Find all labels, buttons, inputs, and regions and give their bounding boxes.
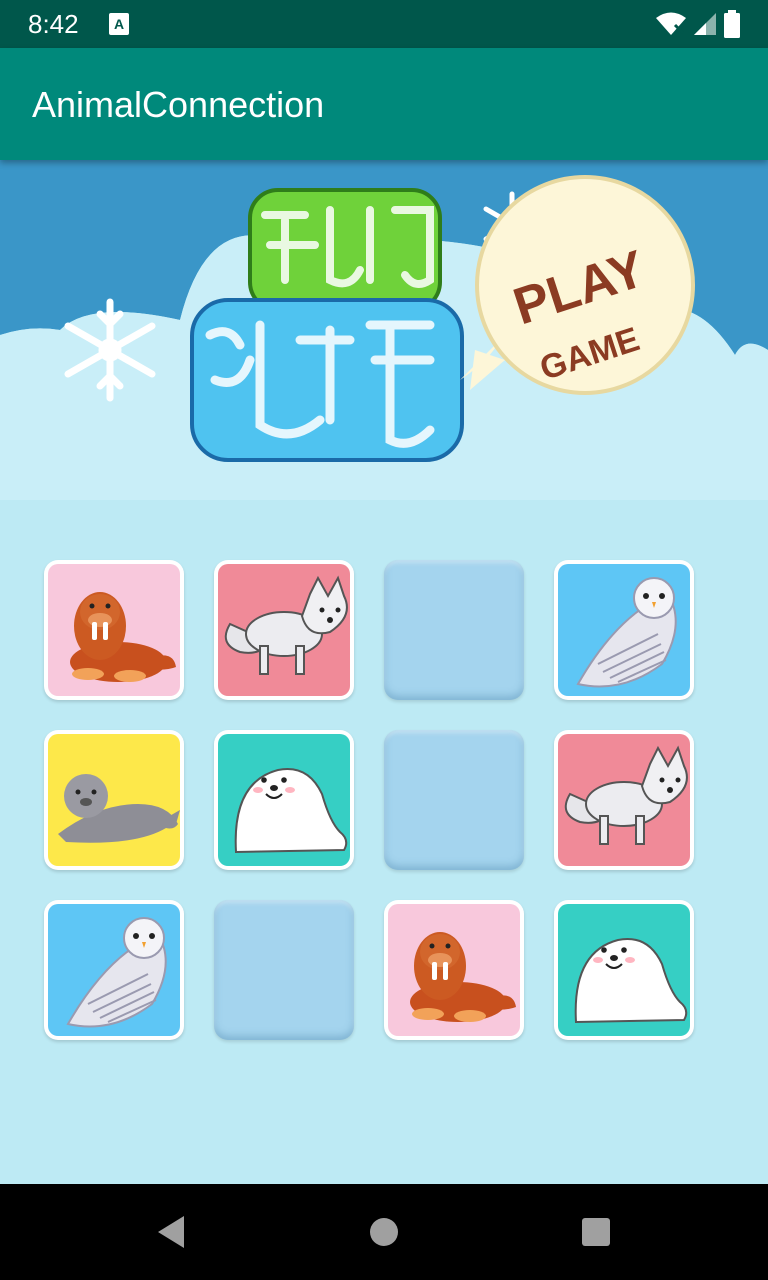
tile-face	[48, 564, 180, 696]
tile-snowy-owl[interactable]	[44, 900, 184, 1040]
tile-face	[558, 734, 690, 866]
tile-harp-seal[interactable]	[214, 730, 354, 870]
banner: PLAY GAME	[0, 160, 768, 500]
tile-face	[218, 564, 350, 696]
arctic-fox-icon	[564, 745, 688, 845]
status-time: 8:42	[28, 9, 79, 39]
tile-face	[218, 734, 350, 866]
notification-a-icon: A	[109, 13, 129, 35]
status-icons	[655, 10, 742, 38]
wifi-icon	[656, 12, 687, 35]
status-bar: 8:42 A	[0, 0, 768, 48]
signal-icon	[693, 13, 716, 35]
tile-harp-seal[interactable]	[554, 900, 694, 1040]
tile-arctic-fox[interactable]	[554, 730, 694, 870]
recents-icon[interactable]	[576, 1212, 616, 1252]
harp-seal-icon	[574, 938, 688, 1024]
tile-snowy-owl[interactable]	[554, 560, 694, 700]
tile-face	[558, 564, 690, 696]
tile-hidden[interactable]	[214, 900, 354, 1040]
snowy-owl-icon	[66, 917, 167, 1028]
tile-hidden[interactable]	[384, 560, 524, 700]
tile-walrus[interactable]	[44, 560, 184, 700]
navigation-bar	[0, 1184, 768, 1280]
tile-arctic-fox[interactable]	[214, 560, 354, 700]
game-board	[44, 560, 704, 1040]
home-icon[interactable]	[364, 1212, 404, 1252]
tile-grey-seal[interactable]	[44, 730, 184, 870]
arctic-fox-icon	[224, 575, 348, 675]
tile-face	[388, 904, 520, 1036]
back-icon[interactable]	[152, 1212, 192, 1252]
tile-face	[558, 904, 690, 1036]
tile-face	[48, 904, 180, 1036]
battery-icon	[724, 10, 740, 38]
walrus-icon	[70, 592, 176, 682]
tile-hidden[interactable]	[384, 730, 524, 870]
svg-text:A: A	[114, 16, 124, 32]
app-bar: AnimalConnection	[0, 48, 768, 160]
tile-face	[48, 734, 180, 866]
harp-seal-icon	[234, 768, 348, 854]
snowy-owl-icon	[576, 577, 677, 688]
walrus-icon	[410, 932, 516, 1022]
tile-walrus[interactable]	[384, 900, 524, 1040]
app-title: AnimalConnection	[32, 84, 325, 125]
grey-seal-icon	[58, 774, 180, 843]
